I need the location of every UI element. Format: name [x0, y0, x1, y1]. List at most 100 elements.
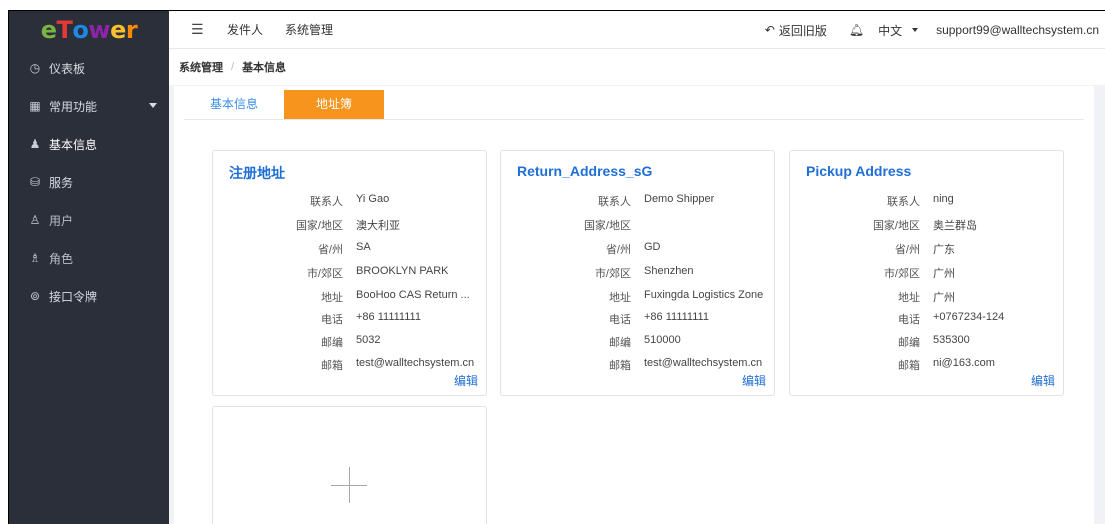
content-panel: 基本信息 地址簿 注册地址 联系人 Yi Gao 国家/地区 澳大利亚 省/州 SA … [174, 86, 1094, 524]
plus-icon [349, 467, 350, 503]
sidebar-item-label: 仪表板 [49, 61, 86, 76]
country-row: 国家/地区 [501, 217, 774, 233]
undo-icon: ↶ [764, 23, 775, 37]
breadcrumb-current: 基本信息 [242, 62, 287, 74]
top-header: ☰ 发件人 系统管理 ↶ 返回旧版 🔔︎ 中文 support99@wallte… [169, 11, 1105, 49]
user-email: support99@walltechsystem.cn [936, 23, 1099, 37]
province-value: 广东 [933, 244, 955, 256]
field-label: 邮编 [609, 337, 631, 349]
token-icon: ⊚ [29, 289, 41, 303]
address-value: Fuxingda Logistics Zone [644, 289, 764, 301]
sidebar-item-label: 常用功能 [49, 99, 98, 114]
country-value: 澳大利亚 [356, 220, 400, 232]
user-account-menu[interactable]: support99@walltechsystem.cn [936, 23, 1099, 37]
field-label: 邮箱 [898, 360, 920, 372]
address-row: 地址 BooHoo CAS Return ... [213, 289, 486, 305]
field-label: 邮编 [898, 337, 920, 349]
email-value: test@walltechsystem.cn [356, 357, 475, 369]
email-row: 邮箱 test@walltechsystem.cn [501, 357, 774, 373]
user-icon: ♙ [29, 213, 41, 227]
nav-shipper[interactable]: 发件人 [227, 21, 263, 38]
logo-letter: r [125, 16, 138, 44]
edit-button[interactable]: 编辑 [1031, 372, 1055, 389]
sidebar-item-common-functions[interactable]: ▦ 常用功能 [9, 87, 169, 125]
sidebar: eTower ◷ 仪表板 ▦ 常用功能 ♟ 基本信息 ⛁ 服务 ♙ 用户 ♗ 角… [9, 11, 169, 524]
field-label: 市/郊区 [306, 268, 343, 280]
language-selector[interactable]: 中文 [878, 22, 919, 39]
breadcrumb-separator: / [231, 61, 235, 73]
bell-icon: 🔔︎ [848, 23, 865, 37]
sidebar-item-users[interactable]: ♙ 用户 [9, 201, 169, 239]
sidebar-item-roles[interactable]: ♗ 角色 [9, 239, 169, 277]
contact-row: 联系人 ning [790, 193, 1063, 209]
add-address-card[interactable] [212, 406, 487, 524]
field-label: 地址 [609, 292, 631, 304]
contact-row: 联系人 Demo Shipper [501, 193, 774, 209]
logo[interactable]: eTower [9, 11, 169, 49]
sidebar-item-dashboard[interactable]: ◷ 仪表板 [9, 49, 169, 87]
back-label: 返回旧版 [778, 23, 827, 38]
sidebar-item-basic-info[interactable]: ♟ 基本信息 [9, 125, 169, 163]
menu-toggle-icon[interactable]: ☰ [191, 21, 205, 38]
field-label: 联系人 [310, 196, 343, 208]
sidebar-item-label: 角色 [49, 251, 74, 266]
sidebar-item-label: 基本信息 [49, 137, 98, 152]
postcode-value: 535300 [933, 334, 970, 346]
tab-address-book[interactable]: 地址簿 [284, 90, 384, 119]
field-label: 市/郊区 [883, 268, 920, 280]
address-value: 广州 [933, 292, 955, 304]
dashboard-icon: ◷ [29, 61, 41, 75]
sidebar-item-api-token[interactable]: ⊚ 接口令牌 [9, 277, 169, 315]
contact-value: ning [933, 193, 954, 205]
service-icon: ⛁ [29, 175, 41, 189]
field-label: 省/州 [605, 244, 631, 256]
province-value: SA [356, 241, 371, 253]
address-card: Pickup Address 联系人 ning 国家/地区 奥兰群岛 省/州 广东 市… [789, 150, 1064, 396]
postcode-row: 邮编 510000 [501, 334, 774, 350]
card-title: Return_Address_sG [517, 163, 653, 179]
edit-button[interactable]: 编辑 [742, 372, 766, 389]
address-value: BooHoo CAS Return ... [356, 289, 470, 301]
field-label: 地址 [321, 292, 343, 304]
breadcrumb: 系统管理 / 基本信息 [169, 49, 1105, 85]
field-label: 邮编 [321, 337, 343, 349]
province-row: 省/州 SA [213, 241, 486, 257]
sidebar-item-service[interactable]: ⛁ 服务 [9, 163, 169, 201]
postcode-value: 5032 [356, 334, 381, 346]
city-row: 市/郊区 Shenzhen [501, 265, 774, 281]
tab-basic-info[interactable]: 基本信息 [184, 90, 284, 119]
logo-letter: w [88, 16, 111, 44]
postcode-row: 邮编 535300 [790, 334, 1063, 350]
sidebar-item-label: 用户 [49, 213, 74, 228]
postcode-value: 510000 [644, 334, 681, 346]
field-label: 市/郊区 [594, 268, 631, 280]
logo-letter: o [72, 16, 89, 44]
city-row: 市/郊区 广州 [790, 265, 1063, 281]
field-label: 国家/地区 [872, 220, 920, 232]
field-label: 联系人 [887, 196, 920, 208]
role-icon: ♗ [29, 251, 41, 265]
phone-row: 电话 +86 11111111 [213, 311, 486, 327]
app-window: eTower ◷ 仪表板 ▦ 常用功能 ♟ 基本信息 ⛁ 服务 ♙ 用户 ♗ 角… [8, 10, 1105, 524]
email-row: 邮箱 ni@163.com [790, 357, 1063, 373]
nav-system-management[interactable]: 系统管理 [285, 21, 333, 38]
field-label: 电话 [321, 314, 343, 326]
email-value: test@walltechsystem.cn [644, 357, 763, 369]
logo-letter: e [110, 16, 126, 44]
country-value: 奥兰群岛 [933, 220, 977, 232]
field-label: 邮箱 [609, 360, 631, 372]
breadcrumb-root[interactable]: 系统管理 [179, 59, 223, 75]
email-value: ni@163.com [933, 357, 995, 369]
country-row: 国家/地区 奥兰群岛 [790, 217, 1063, 233]
postcode-row: 邮编 5032 [213, 334, 486, 350]
user-info-icon: ♟ [29, 137, 41, 151]
field-label: 地址 [898, 292, 920, 304]
back-to-old-version-link[interactable]: ↶ 返回旧版 [765, 22, 827, 39]
contact-value: Demo Shipper [644, 193, 715, 205]
field-label: 电话 [898, 314, 920, 326]
logo-letter: T [56, 16, 73, 44]
notification-bell[interactable]: 🔔︎ [849, 23, 868, 37]
phone-value: +0767234-124 [933, 311, 1005, 323]
grid-icon: ▦ [29, 99, 41, 113]
edit-button[interactable]: 编辑 [454, 372, 478, 389]
